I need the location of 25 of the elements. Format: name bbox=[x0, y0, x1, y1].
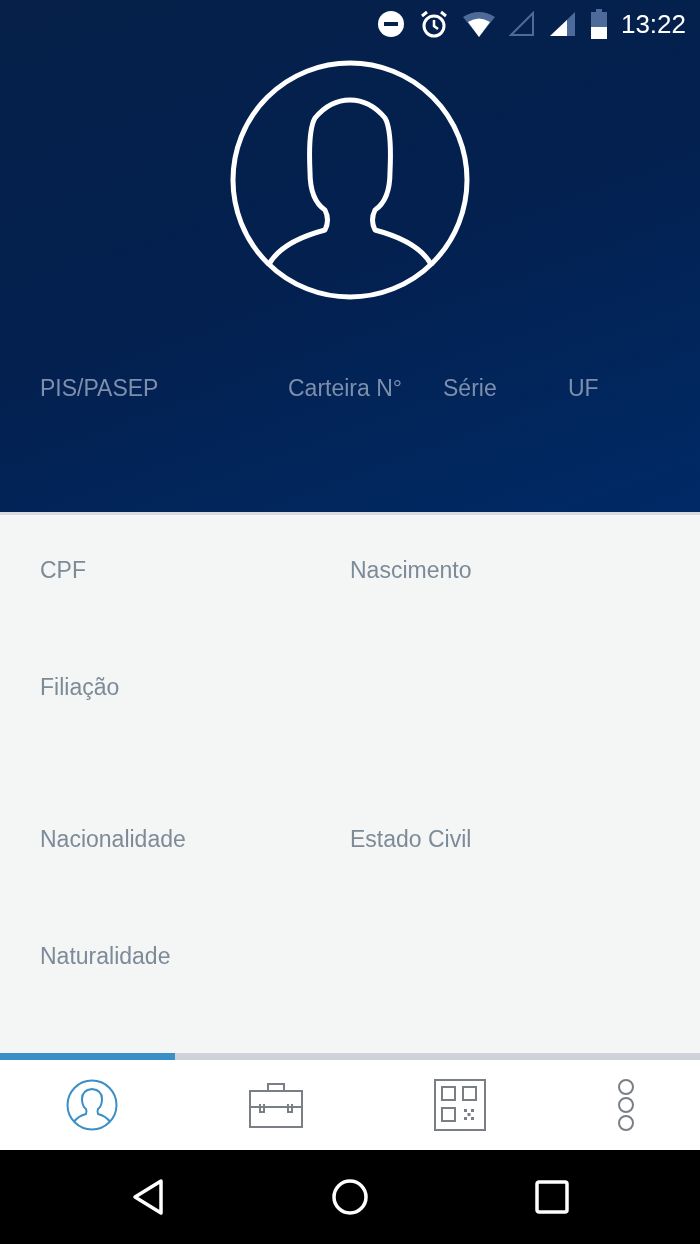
field-label: PIS/PASEP bbox=[40, 373, 159, 403]
wifi-icon bbox=[462, 11, 495, 37]
signal-icon bbox=[548, 11, 577, 37]
back-icon[interactable] bbox=[131, 1178, 165, 1216]
home-icon[interactable] bbox=[331, 1178, 369, 1216]
alarm-icon bbox=[418, 9, 449, 39]
field-label: Naturalidade bbox=[40, 941, 172, 971]
qr-code-icon bbox=[433, 1079, 486, 1131]
field-label: Nascimento bbox=[350, 556, 473, 585]
clock: 13:22 bbox=[620, 7, 686, 41]
field-label: CPF bbox=[40, 556, 87, 585]
signal-icon bbox=[508, 11, 535, 37]
briefcase-icon bbox=[248, 1082, 303, 1128]
profile-icon bbox=[65, 1079, 118, 1131]
field-label: Nacionalidade bbox=[40, 825, 187, 854]
field-label: Carteira N° bbox=[288, 373, 402, 403]
field-label: Filiação bbox=[40, 672, 121, 702]
do-not-disturb-icon bbox=[376, 10, 405, 38]
battery-icon bbox=[590, 9, 607, 39]
recents-icon[interactable] bbox=[535, 1180, 569, 1214]
field-label: Série bbox=[443, 373, 497, 403]
field-label: Estado Civil bbox=[350, 825, 473, 854]
avatar-icon[interactable] bbox=[230, 60, 470, 300]
more-icon bbox=[616, 1079, 635, 1131]
field-label: UF bbox=[568, 373, 599, 403]
